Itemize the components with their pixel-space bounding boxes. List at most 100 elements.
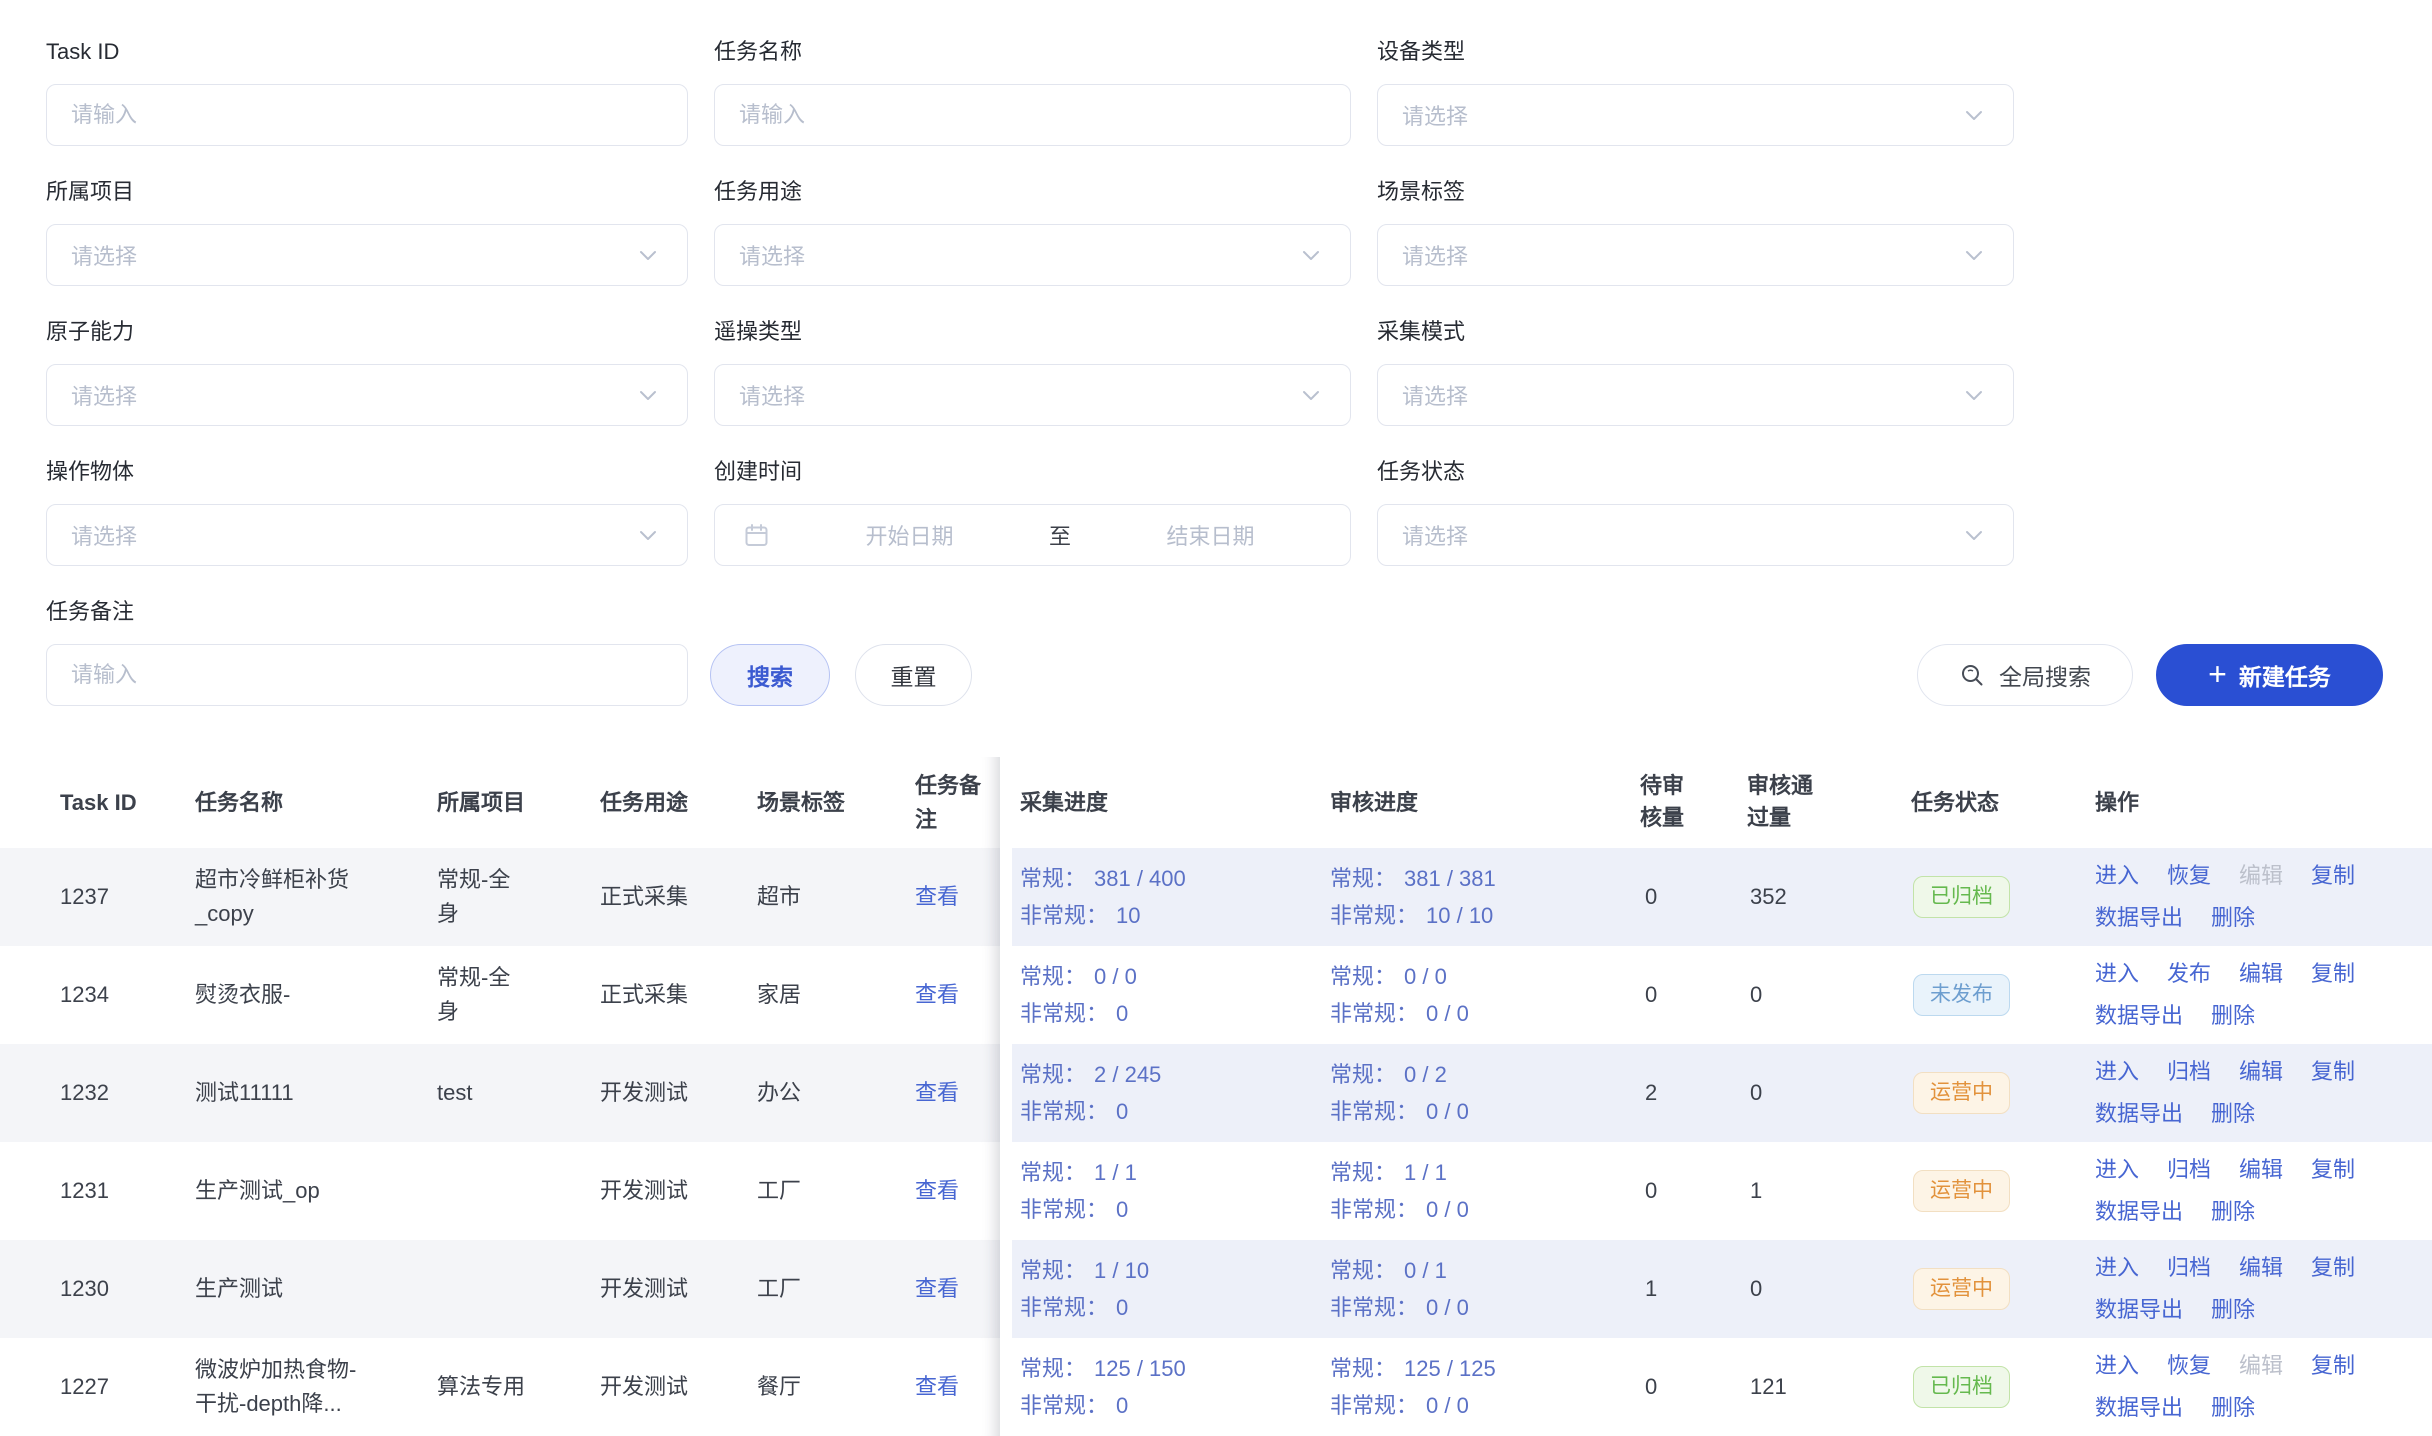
new-task-label: 新建任务 xyxy=(2239,658,2331,692)
action-delete-link[interactable]: 删除 xyxy=(2211,1195,2255,1229)
view-remark-link[interactable]: 查看 xyxy=(915,1276,959,1301)
filter-text-input[interactable] xyxy=(47,85,687,145)
action-edit-link[interactable]: 编辑 xyxy=(2239,1055,2283,1089)
filter-select[interactable]: 请选择 xyxy=(46,364,688,426)
view-remark-link[interactable]: 查看 xyxy=(915,982,959,1007)
action-enter-link[interactable]: 进入 xyxy=(2095,1349,2139,1383)
cell-actions: 进入发布编辑复制数据导出删除 xyxy=(2085,957,2432,1033)
progress-value: 0 xyxy=(1116,1197,1128,1222)
cell-approved-count: 1 xyxy=(1745,1174,1905,1208)
action-delete-link[interactable]: 删除 xyxy=(2211,999,2255,1033)
action-archive-link[interactable]: 归档 xyxy=(2167,1055,2211,1089)
filter-text-input[interactable] xyxy=(715,85,1350,145)
chevron-down-icon xyxy=(1298,382,1324,408)
action-restore-link[interactable]: 恢复 xyxy=(2167,859,2211,893)
search-button[interactable]: 搜索 xyxy=(710,644,830,706)
progress-value: 0 / 0 xyxy=(1426,1099,1469,1124)
action-enter-link[interactable]: 进入 xyxy=(2095,859,2139,893)
action-copy-link[interactable]: 复制 xyxy=(2311,1153,2355,1187)
action-publish-link[interactable]: 发布 xyxy=(2167,957,2211,991)
cell-status: 运营中 xyxy=(1905,1072,2085,1114)
filter-field-8: 采集模式请选择 xyxy=(1377,318,2014,426)
action-edit-link[interactable]: 编辑 xyxy=(2239,1251,2283,1285)
filter-select[interactable]: 请选择 xyxy=(1377,84,2014,146)
view-remark-link[interactable]: 查看 xyxy=(915,1374,959,1399)
progress-line: 非常规： 0 / 0 xyxy=(1330,1289,1625,1326)
filter-text-input[interactable] xyxy=(47,645,687,705)
row-fixed-pane: 1227微波炉加热食物-干扰-depth降...算法专用开发测试餐厅查看 xyxy=(0,1338,1000,1436)
chevron-down-icon xyxy=(1961,522,1987,548)
progress-line: 非常规：0 xyxy=(1020,1093,1330,1130)
cell-collect-progress: 常规：1 / 10非常规：0 xyxy=(1020,1252,1330,1326)
cell-scene: 超市 xyxy=(757,880,915,914)
select-placeholder: 请选择 xyxy=(1378,379,1961,411)
cell-task-name: 测试11111 xyxy=(195,1076,437,1110)
action-restore-link[interactable]: 恢复 xyxy=(2167,1349,2211,1383)
filter-select[interactable]: 请选择 xyxy=(714,224,1351,286)
view-remark-link[interactable]: 查看 xyxy=(915,884,959,909)
progress-value: 0 / 2 xyxy=(1404,1062,1447,1087)
action-copy-link[interactable]: 复制 xyxy=(2311,1055,2355,1089)
date-range-picker[interactable]: 开始日期至结束日期 xyxy=(714,504,1351,566)
action-archive-link[interactable]: 归档 xyxy=(2167,1251,2211,1285)
action-enter-link[interactable]: 进入 xyxy=(2095,1251,2139,1285)
progress-label: 常规： xyxy=(1020,964,1086,989)
action-copy-link[interactable]: 复制 xyxy=(2311,957,2355,991)
cell-scene: 家居 xyxy=(757,978,915,1012)
filter-select[interactable]: 请选择 xyxy=(1377,224,2014,286)
action-archive-link[interactable]: 归档 xyxy=(2167,1153,2211,1187)
global-search-button[interactable]: 全局搜索 xyxy=(1917,644,2133,706)
progress-label: 常规： xyxy=(1020,1062,1086,1087)
reset-button[interactable]: 重置 xyxy=(855,644,972,706)
action-copy-link[interactable]: 复制 xyxy=(2311,1251,2355,1285)
progress-line: 非常规：0 / 0 xyxy=(1330,1191,1625,1228)
filter-label: 场景标签 xyxy=(1377,178,2014,206)
row-scroll-pane: 常规：2 / 245非常规：0常规：0 / 2非常规：0 / 020运营中进入归… xyxy=(1012,1044,2432,1142)
project-text: 算法专用 xyxy=(437,1370,531,1404)
cell-review-progress: 常规：0 / 0非常规：0 / 0 xyxy=(1330,958,1625,1032)
action-edit-link[interactable]: 编辑 xyxy=(2239,957,2283,991)
action-export-link[interactable]: 数据导出 xyxy=(2095,1097,2183,1131)
action-export-link[interactable]: 数据导出 xyxy=(2095,1195,2183,1229)
cell-task-id: 1230 xyxy=(60,1272,195,1306)
action-enter-link[interactable]: 进入 xyxy=(2095,1055,2139,1089)
new-task-button[interactable]: + 新建任务 xyxy=(2156,644,2383,706)
action-delete-link[interactable]: 删除 xyxy=(2211,1097,2255,1131)
progress-line: 非常规：10 / 10 xyxy=(1330,897,1625,934)
action-copy-link[interactable]: 复制 xyxy=(2311,859,2355,893)
action-delete-link[interactable]: 删除 xyxy=(2211,901,2255,935)
filter-grid: Task ID任务名称设备类型请选择所属项目请选择任务用途请选择场景标签请选择原… xyxy=(46,38,2383,598)
header-project: 所属项目 xyxy=(437,786,600,820)
header-actions: 操作 xyxy=(2085,786,2432,820)
action-export-link[interactable]: 数据导出 xyxy=(2095,901,2183,935)
progress-label: 非常规： xyxy=(1330,903,1418,928)
action-enter-link[interactable]: 进入 xyxy=(2095,957,2139,991)
action-enter-link[interactable]: 进入 xyxy=(2095,1153,2139,1187)
cell-actions: 进入恢复编辑复制数据导出删除 xyxy=(2085,1349,2432,1425)
view-remark-link[interactable]: 查看 xyxy=(915,1080,959,1105)
progress-label: 常规： xyxy=(1020,1160,1086,1185)
action-copy-link[interactable]: 复制 xyxy=(2311,1349,2355,1383)
filter-label: 任务备注 xyxy=(46,598,688,626)
filter-label: 创建时间 xyxy=(714,458,1351,486)
select-placeholder: 请选择 xyxy=(1378,239,1961,271)
action-edit-link[interactable]: 编辑 xyxy=(2239,1153,2283,1187)
filter-select[interactable]: 请选择 xyxy=(1377,504,2014,566)
action-export-link[interactable]: 数据导出 xyxy=(2095,999,2183,1033)
filter-select[interactable]: 请选择 xyxy=(1377,364,2014,426)
progress-value: 0 / 0 xyxy=(1426,1295,1469,1320)
action-export-link[interactable]: 数据导出 xyxy=(2095,1391,2183,1425)
action-delete-link[interactable]: 删除 xyxy=(2211,1293,2255,1327)
view-remark-link[interactable]: 查看 xyxy=(915,1178,959,1203)
progress-line: 常规：1 / 10 xyxy=(1020,1252,1330,1289)
action-export-link[interactable]: 数据导出 xyxy=(2095,1293,2183,1327)
filter-field-4: 任务用途请选择 xyxy=(714,178,1351,286)
filter-select[interactable]: 请选择 xyxy=(46,224,688,286)
filter-label: Task ID xyxy=(46,38,688,66)
progress-label: 非常规： xyxy=(1330,1099,1418,1124)
filter-select[interactable]: 请选择 xyxy=(714,364,1351,426)
progress-value: 0 xyxy=(1116,1393,1128,1418)
progress-label: 非常规： xyxy=(1330,1295,1418,1320)
filter-select[interactable]: 请选择 xyxy=(46,504,688,566)
action-delete-link[interactable]: 删除 xyxy=(2211,1391,2255,1425)
